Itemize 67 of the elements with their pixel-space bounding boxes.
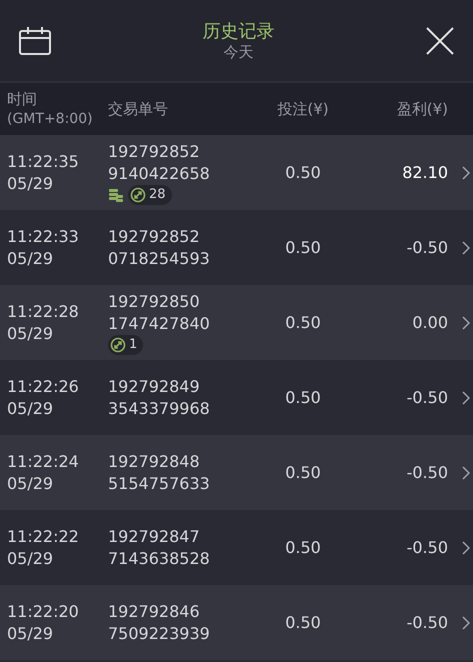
time-text: 11:22:20 — [7, 600, 80, 622]
time-text: 11:22:35 — [7, 150, 80, 172]
chevron-right-icon — [462, 316, 470, 330]
profit-amount: -0.50 — [406, 612, 448, 634]
order-number: 7509223939 — [108, 622, 211, 644]
column-header: (GMT+8:00) — [7, 110, 94, 129]
window-title: 历史记录 — [202, 20, 274, 42]
stake-amount: 0.50 — [284, 386, 322, 408]
column-header: 盈利(¥) — [396, 99, 448, 119]
order-number: 7143638528 — [108, 548, 211, 570]
history-row[interactable]: 11:22:28 05/29 192792850 1747427840 1 0.50 0.00 — [0, 285, 473, 360]
date-text: 05/29 — [7, 548, 54, 570]
date-text: 05/29 — [7, 622, 54, 644]
order-number: 192792852 — [108, 140, 201, 162]
chevron-right-icon — [462, 390, 470, 404]
profit-amount: -0.50 — [406, 536, 448, 558]
time-text: 11:22:28 — [7, 300, 80, 322]
chevron-right-icon — [462, 240, 470, 254]
order-number: 192792848 — [108, 450, 201, 472]
profit-amount: 0.00 — [411, 312, 448, 334]
order-number: 3543379968 — [108, 398, 211, 420]
profit-amount: 82.10 — [401, 162, 448, 184]
coins-icon — [108, 186, 124, 202]
date-text: 05/29 — [7, 172, 54, 194]
order-number: 192792852 — [108, 226, 201, 248]
column-header: 交易单号 — [108, 99, 169, 119]
column-header: 时间 — [7, 89, 38, 109]
time-text: 11:22:26 — [7, 376, 80, 398]
order-number: 5154757633 — [108, 472, 211, 494]
chevron-right-icon — [462, 466, 470, 480]
time-text: 11:22:22 — [7, 526, 80, 548]
time-text: 11:22:33 — [7, 226, 80, 248]
order-number: 1747427840 — [108, 312, 211, 334]
stake-amount: 0.50 — [284, 462, 322, 484]
order-number: 9140422658 — [108, 162, 211, 184]
order-number: 0718254593 — [108, 248, 211, 270]
stake-amount: 0.50 — [284, 236, 322, 258]
date-range-label: 今天 — [224, 42, 254, 60]
close-icon[interactable] — [425, 26, 455, 56]
profit-amount: -0.50 — [406, 462, 448, 484]
time-text: 11:22:24 — [7, 450, 80, 472]
date-text: 05/29 — [7, 248, 54, 270]
order-number: 192792849 — [108, 376, 201, 398]
calendar-icon[interactable] — [18, 26, 52, 56]
stake-amount: 0.50 — [284, 312, 322, 334]
spin-icon — [130, 186, 146, 202]
profit-amount: -0.50 — [406, 386, 448, 408]
history-row[interactable]: 11:22:35 05/29 192792852 9140422658 28 0.50 82.10 — [0, 135, 473, 210]
column-header: 投注(¥) — [276, 99, 330, 119]
profit-amount: -0.50 — [406, 236, 448, 258]
chevron-right-icon — [462, 166, 470, 180]
chevron-right-icon — [462, 616, 470, 630]
free-spin-badge: 1 — [108, 334, 144, 354]
date-text: 05/29 — [7, 322, 54, 344]
date-text: 05/29 — [7, 472, 54, 494]
stake-amount: 0.50 — [284, 162, 322, 184]
spin-icon — [110, 336, 126, 352]
stake-amount: 0.50 — [284, 536, 322, 558]
order-number: 192792850 — [108, 290, 201, 312]
chevron-right-icon — [462, 540, 470, 554]
order-number: 192792847 — [108, 526, 201, 548]
history-row[interactable]: 11:22:20 05/29 192792846 7509223939 0.50 -0.50 — [0, 585, 473, 660]
date-text: 05/29 — [7, 398, 54, 420]
order-number: 192792846 — [108, 600, 201, 622]
history-row[interactable]: 11:22:24 05/29 192792848 5154757633 0.50 -0.50 — [0, 435, 473, 510]
stake-amount: 0.50 — [284, 612, 322, 634]
free-spin-badge: 28 — [128, 184, 172, 204]
